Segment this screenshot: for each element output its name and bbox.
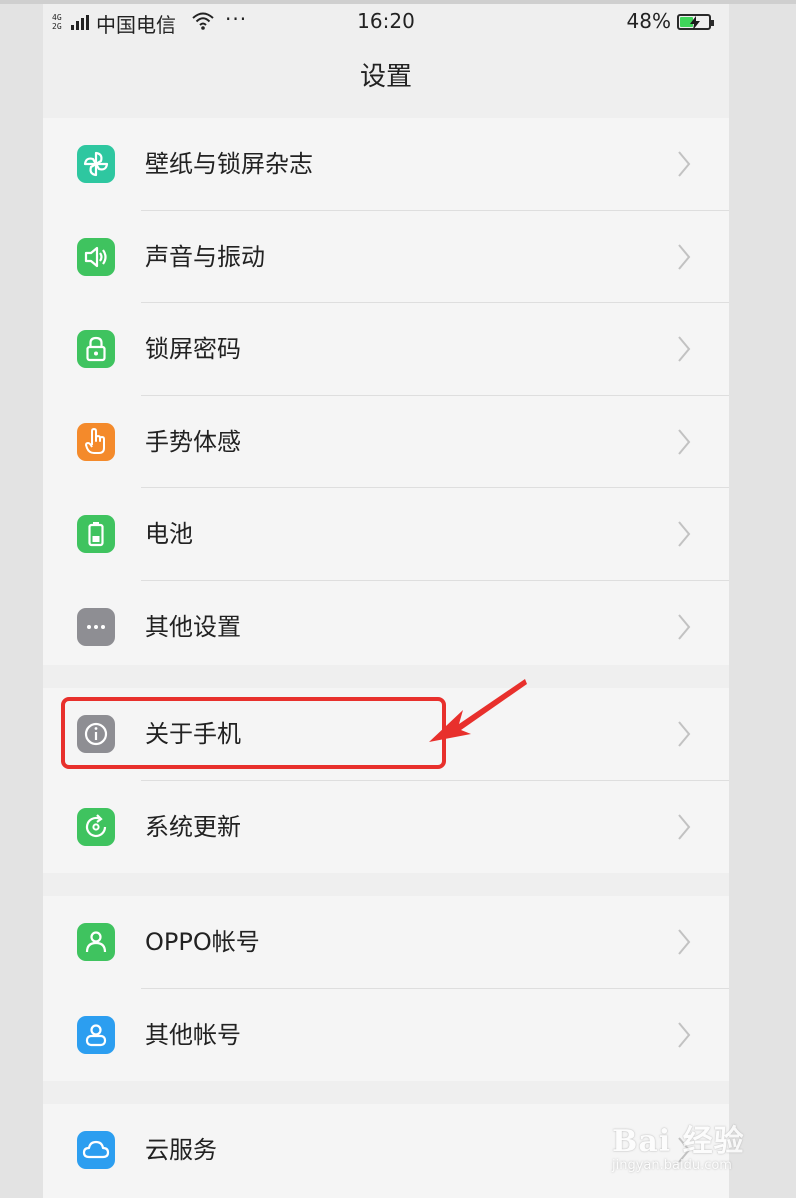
update-icon xyxy=(77,807,115,846)
chevron-right-icon xyxy=(678,1021,691,1048)
settings-item-label: 云服务 xyxy=(145,1136,217,1164)
battery-icon xyxy=(677,14,714,30)
user-outline-icon xyxy=(77,1015,115,1054)
cloud-icon xyxy=(77,1131,115,1169)
hand-gesture-icon xyxy=(77,422,115,461)
settings-item-label: OPPO帐号 xyxy=(145,928,260,956)
chevron-right-icon xyxy=(678,521,691,547)
settings-group-accounts: OPPO帐号 其他帐号 xyxy=(43,896,729,1081)
battery-icon xyxy=(77,515,115,553)
settings-item-other-settings[interactable]: 其他设置 xyxy=(43,581,729,674)
battery-percent: 48% xyxy=(626,9,671,33)
user-icon xyxy=(77,923,115,961)
chevron-right-icon xyxy=(678,813,691,840)
highlight-box xyxy=(61,697,446,769)
lock-icon xyxy=(77,330,115,368)
settings-item-sound[interactable]: 声音与振动 xyxy=(43,211,729,303)
status-bar: 4G 2G 中国电信 ··· 16:20 48% xyxy=(43,4,729,40)
settings-item-oppo-account[interactable]: OPPO帐号 xyxy=(43,896,729,989)
speaker-icon xyxy=(77,237,115,276)
settings-item-label: 声音与振动 xyxy=(145,242,265,271)
baidu-watermark: Bai 经验 jingyan.baidu.com xyxy=(612,1110,762,1185)
chevron-right-icon xyxy=(678,151,691,177)
battery-level xyxy=(680,16,700,30)
charging-bolt-icon xyxy=(690,16,700,30)
settings-item-wallpaper[interactable]: 壁纸与锁屏杂志 xyxy=(43,118,729,211)
settings-item-gestures[interactable]: 手势体感 xyxy=(43,396,729,488)
more-dots-icon xyxy=(77,607,115,646)
settings-item-label: 锁屏密码 xyxy=(145,335,241,363)
red-arrow-icon xyxy=(429,679,527,742)
chevron-right-icon xyxy=(678,613,691,640)
chevron-right-icon xyxy=(678,428,691,455)
settings-item-label: 电池 xyxy=(145,520,193,548)
settings-item-label: 手势体感 xyxy=(145,427,241,456)
chevron-right-icon xyxy=(678,243,691,270)
watermark-brand: Bai 经验 xyxy=(612,1124,745,1159)
watermark-url: jingyan.baidu.com xyxy=(612,1158,732,1173)
settings-item-label: 其他设置 xyxy=(145,612,241,641)
chevron-right-icon xyxy=(678,929,691,955)
chevron-right-icon xyxy=(678,721,691,747)
settings-item-lock-password[interactable]: 锁屏密码 xyxy=(43,303,729,396)
page-title: 设置 xyxy=(359,62,412,92)
settings-item-battery[interactable]: 电池 xyxy=(43,488,729,581)
pinwheel-icon xyxy=(77,145,115,183)
settings-item-system-update[interactable]: 系统更新 xyxy=(43,781,729,874)
phone-screen: 4G 2G 中国电信 ··· 16:20 48% 设置 壁纸与锁屏杂志 声音与振… xyxy=(43,4,729,1198)
settings-item-label: 系统更新 xyxy=(145,812,241,841)
settings-item-label: 其他帐号 xyxy=(145,1020,241,1049)
settings-item-other-accounts[interactable]: 其他帐号 xyxy=(43,989,729,1082)
settings-item-label: 壁纸与锁屏杂志 xyxy=(145,150,313,178)
chevron-right-icon xyxy=(678,336,691,362)
settings-group-personalization: 壁纸与锁屏杂志 声音与振动 锁屏密码 手势体感 电池 其他设置 xyxy=(43,118,729,665)
